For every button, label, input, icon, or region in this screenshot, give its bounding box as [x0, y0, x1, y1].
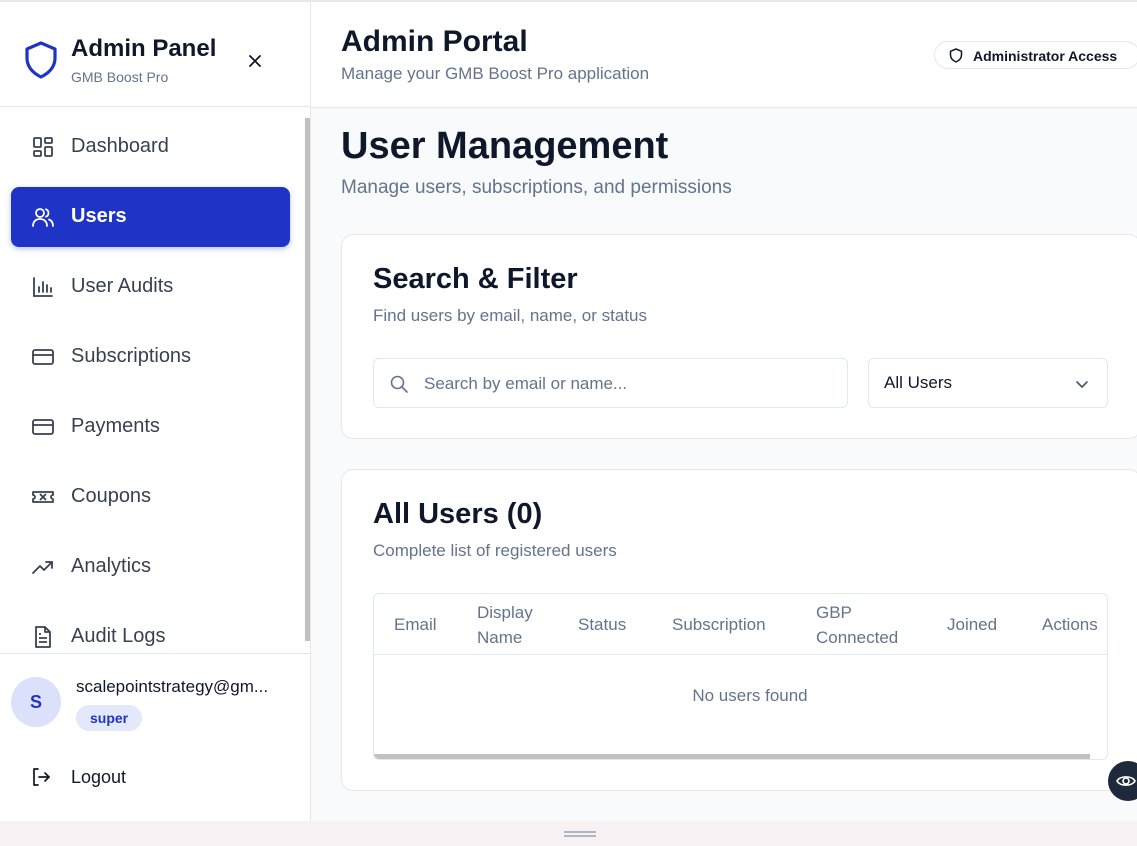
- search-icon: [390, 375, 408, 393]
- sidebar-item-label: Users: [71, 205, 127, 227]
- shield-icon: [25, 41, 57, 79]
- divider: [0, 106, 310, 107]
- close-icon[interactable]: [246, 52, 264, 70]
- search-field[interactable]: [373, 358, 848, 408]
- page-subtitle: Manage users, subscriptions, and permiss…: [341, 177, 732, 198]
- sidebar-item-user-audits[interactable]: User Audits: [11, 257, 290, 317]
- header-subtitle: Manage your GMB Boost Pro application: [341, 64, 650, 83]
- sidebar-item-subscriptions[interactable]: Subscriptions: [11, 327, 290, 387]
- trending-up-icon: [32, 561, 53, 574]
- chevron-down-icon: [1076, 381, 1088, 388]
- ticket-icon: [32, 491, 54, 503]
- table-header: Email Display Name Status Subscription G…: [374, 594, 1107, 655]
- column-header-status[interactable]: Status: [578, 594, 648, 655]
- column-header-display-name[interactable]: Display Name: [477, 594, 547, 655]
- sidebar-item-label: Audit Logs: [71, 625, 166, 647]
- card-title: All Users (0): [373, 498, 543, 530]
- sidebar-item-label: Payments: [71, 415, 160, 437]
- bar-chart-icon: [33, 277, 53, 297]
- column-header-gbp-connected[interactable]: GBP Connected: [816, 594, 916, 655]
- header-title: Admin Portal: [341, 25, 528, 58]
- main-content: User Management Manage users, subscripti…: [311, 108, 1137, 821]
- sidebar-item-users[interactable]: Users: [11, 187, 290, 247]
- all-users-card: All Users (0) Complete list of registere…: [341, 469, 1137, 791]
- credit-card-icon: [32, 349, 54, 365]
- access-badge: Administrator Access: [934, 41, 1137, 69]
- file-text-icon: [35, 626, 51, 648]
- column-header-subscription[interactable]: Subscription: [672, 594, 792, 655]
- sidebar-item-label: Dashboard: [71, 135, 169, 157]
- sidebar-item-coupons[interactable]: Coupons: [11, 467, 290, 527]
- search-input[interactable]: [424, 371, 834, 397]
- sidebar-title: Admin Panel: [71, 35, 217, 62]
- sidebar-item-payments[interactable]: Payments: [11, 397, 290, 457]
- column-header-email[interactable]: Email: [394, 594, 464, 655]
- sidebar-scrollbar[interactable]: [305, 118, 310, 641]
- role-badge: super: [76, 705, 143, 731]
- table-horizontal-scrollbar[interactable]: [374, 754, 1090, 759]
- header: Admin Portal Manage your GMB Boost Pro a…: [311, 2, 1137, 108]
- logout-button[interactable]: Logout: [30, 764, 280, 792]
- sidebar: Admin Panel GMB Boost Pro Dashboard User…: [0, 2, 311, 821]
- logout-label: Logout: [71, 767, 127, 787]
- status-filter-value: All Users: [884, 373, 953, 392]
- avatar[interactable]: S: [11, 677, 61, 727]
- sidebar-item-dashboard[interactable]: Dashboard: [11, 117, 290, 177]
- access-badge-label: Administrator Access: [973, 48, 1118, 64]
- sidebar-item-analytics[interactable]: Analytics: [11, 537, 290, 597]
- card-description: Complete list of registered users: [373, 541, 617, 560]
- search-filter-card: Search & Filter Find users by email, nam…: [341, 234, 1137, 439]
- logout-icon: [33, 768, 50, 786]
- eye-icon: [1116, 776, 1136, 786]
- divider: [0, 653, 310, 654]
- sidebar-item-label: User Audits: [71, 275, 174, 297]
- shield-icon: [949, 48, 963, 63]
- sidebar-item-label: Coupons: [71, 485, 152, 507]
- drag-handle-icon[interactable]: [564, 831, 596, 837]
- column-header-actions[interactable]: Actions: [1042, 594, 1107, 655]
- empty-state-message: No users found: [692, 686, 808, 705]
- card-description: Find users by email, name, or status: [373, 306, 648, 325]
- credit-card-icon: [32, 419, 54, 435]
- users-table: Email Display Name Status Subscription G…: [373, 593, 1108, 760]
- sidebar-subtitle: GMB Boost Pro: [71, 69, 169, 85]
- users-icon: [32, 208, 54, 227]
- sidebar-item-label: Analytics: [71, 555, 152, 577]
- column-header-joined[interactable]: Joined: [947, 594, 1017, 655]
- card-title: Search & Filter: [373, 263, 578, 295]
- sidebar-item-audit-logs[interactable]: Audit Logs: [11, 607, 290, 667]
- sidebar-item-label: Subscriptions: [71, 345, 192, 367]
- page-title: User Management: [341, 125, 669, 167]
- status-filter-select[interactable]: All Users: [868, 358, 1108, 408]
- dashboard-icon: [33, 137, 53, 157]
- user-email: scalepointstrategy@gm...: [76, 677, 269, 696]
